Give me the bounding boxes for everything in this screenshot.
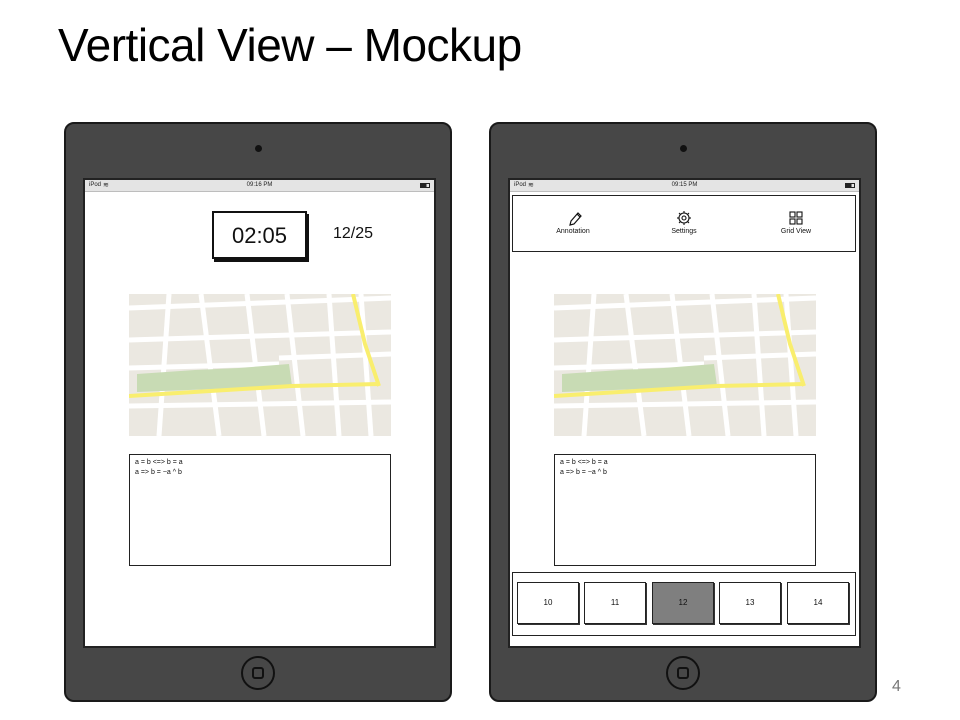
status-time: 09:16 PM [246, 182, 273, 188]
page-thumbnail-label: 14 [813, 598, 823, 607]
page-thumbnail-strip: 10 11 12 13 14 [512, 572, 856, 636]
toolbar-label: Settings [671, 228, 697, 235]
page-thumbnail[interactable]: 13 [719, 582, 781, 624]
toolbar-label: Annotation [556, 228, 590, 235]
page-thumbnail-label: 13 [745, 598, 755, 607]
page-thumbnail-active[interactable]: 12 [652, 582, 714, 624]
notes-textarea[interactable]: a = b <=> b = a a => b = ~a ^ b [129, 454, 391, 566]
page-thumbnail-label: 11 [610, 598, 620, 607]
right-ipad-mockup: iPod ≋ 09:15 PM Annotation Settings Grid… [489, 122, 877, 702]
home-button-icon [677, 667, 689, 679]
timer-value: 02:05 [231, 223, 288, 248]
status-bar: iPod ≋ 09:15 PM [510, 180, 859, 192]
page-thumbnail-label: 12 [678, 598, 688, 607]
page-thumbnail-label: 10 [543, 598, 553, 607]
home-button-icon [252, 667, 264, 679]
left-screen: iPod ≋ 09:16 PM 02:05 12/25 a = b <=> b … [83, 178, 436, 648]
battery-icon [420, 183, 430, 188]
status-bar: iPod ≋ 09:16 PM [85, 180, 434, 192]
formula-line: a = b <=> b = a [560, 459, 608, 466]
map-image [129, 294, 391, 436]
page-thumbnail[interactable]: 10 [517, 582, 579, 624]
status-time: 09:15 PM [671, 182, 698, 188]
formula-line: a => b = ~a ^ b [135, 469, 182, 476]
home-button[interactable] [241, 656, 275, 690]
page-thumbnail[interactable]: 14 [787, 582, 849, 624]
notes-textarea[interactable]: a = b <=> b = a a => b = ~a ^ b [554, 454, 816, 566]
pencil-icon [523, 210, 623, 226]
toolbar-label: Grid View [780, 228, 812, 235]
camera-icon [680, 145, 687, 152]
settings-button[interactable]: Settings [634, 196, 734, 250]
toolbar: Annotation Settings Grid View [512, 195, 856, 252]
timer-display: 02:05 [212, 211, 307, 259]
formula-line: a = b <=> b = a [135, 459, 183, 466]
gear-icon [634, 210, 734, 226]
right-screen: iPod ≋ 09:15 PM Annotation Settings Grid… [508, 178, 861, 648]
home-button[interactable] [666, 656, 700, 690]
battery-icon [845, 183, 855, 188]
page-counter: 12/25 [333, 225, 374, 242]
map-image [554, 294, 816, 436]
slide-number: 4 [892, 678, 901, 695]
page-thumbnail[interactable]: 11 [584, 582, 646, 624]
grid-view-button[interactable]: Grid View [746, 196, 846, 250]
slide-title: Vertical View – Mockup [58, 19, 522, 71]
left-ipad-mockup: iPod ≋ 09:16 PM 02:05 12/25 a = b <=> b … [64, 122, 452, 702]
grid-icon [746, 210, 846, 226]
annotation-button[interactable]: Annotation [523, 196, 623, 250]
camera-icon [255, 145, 262, 152]
formula-line: a => b = ~a ^ b [560, 469, 607, 476]
